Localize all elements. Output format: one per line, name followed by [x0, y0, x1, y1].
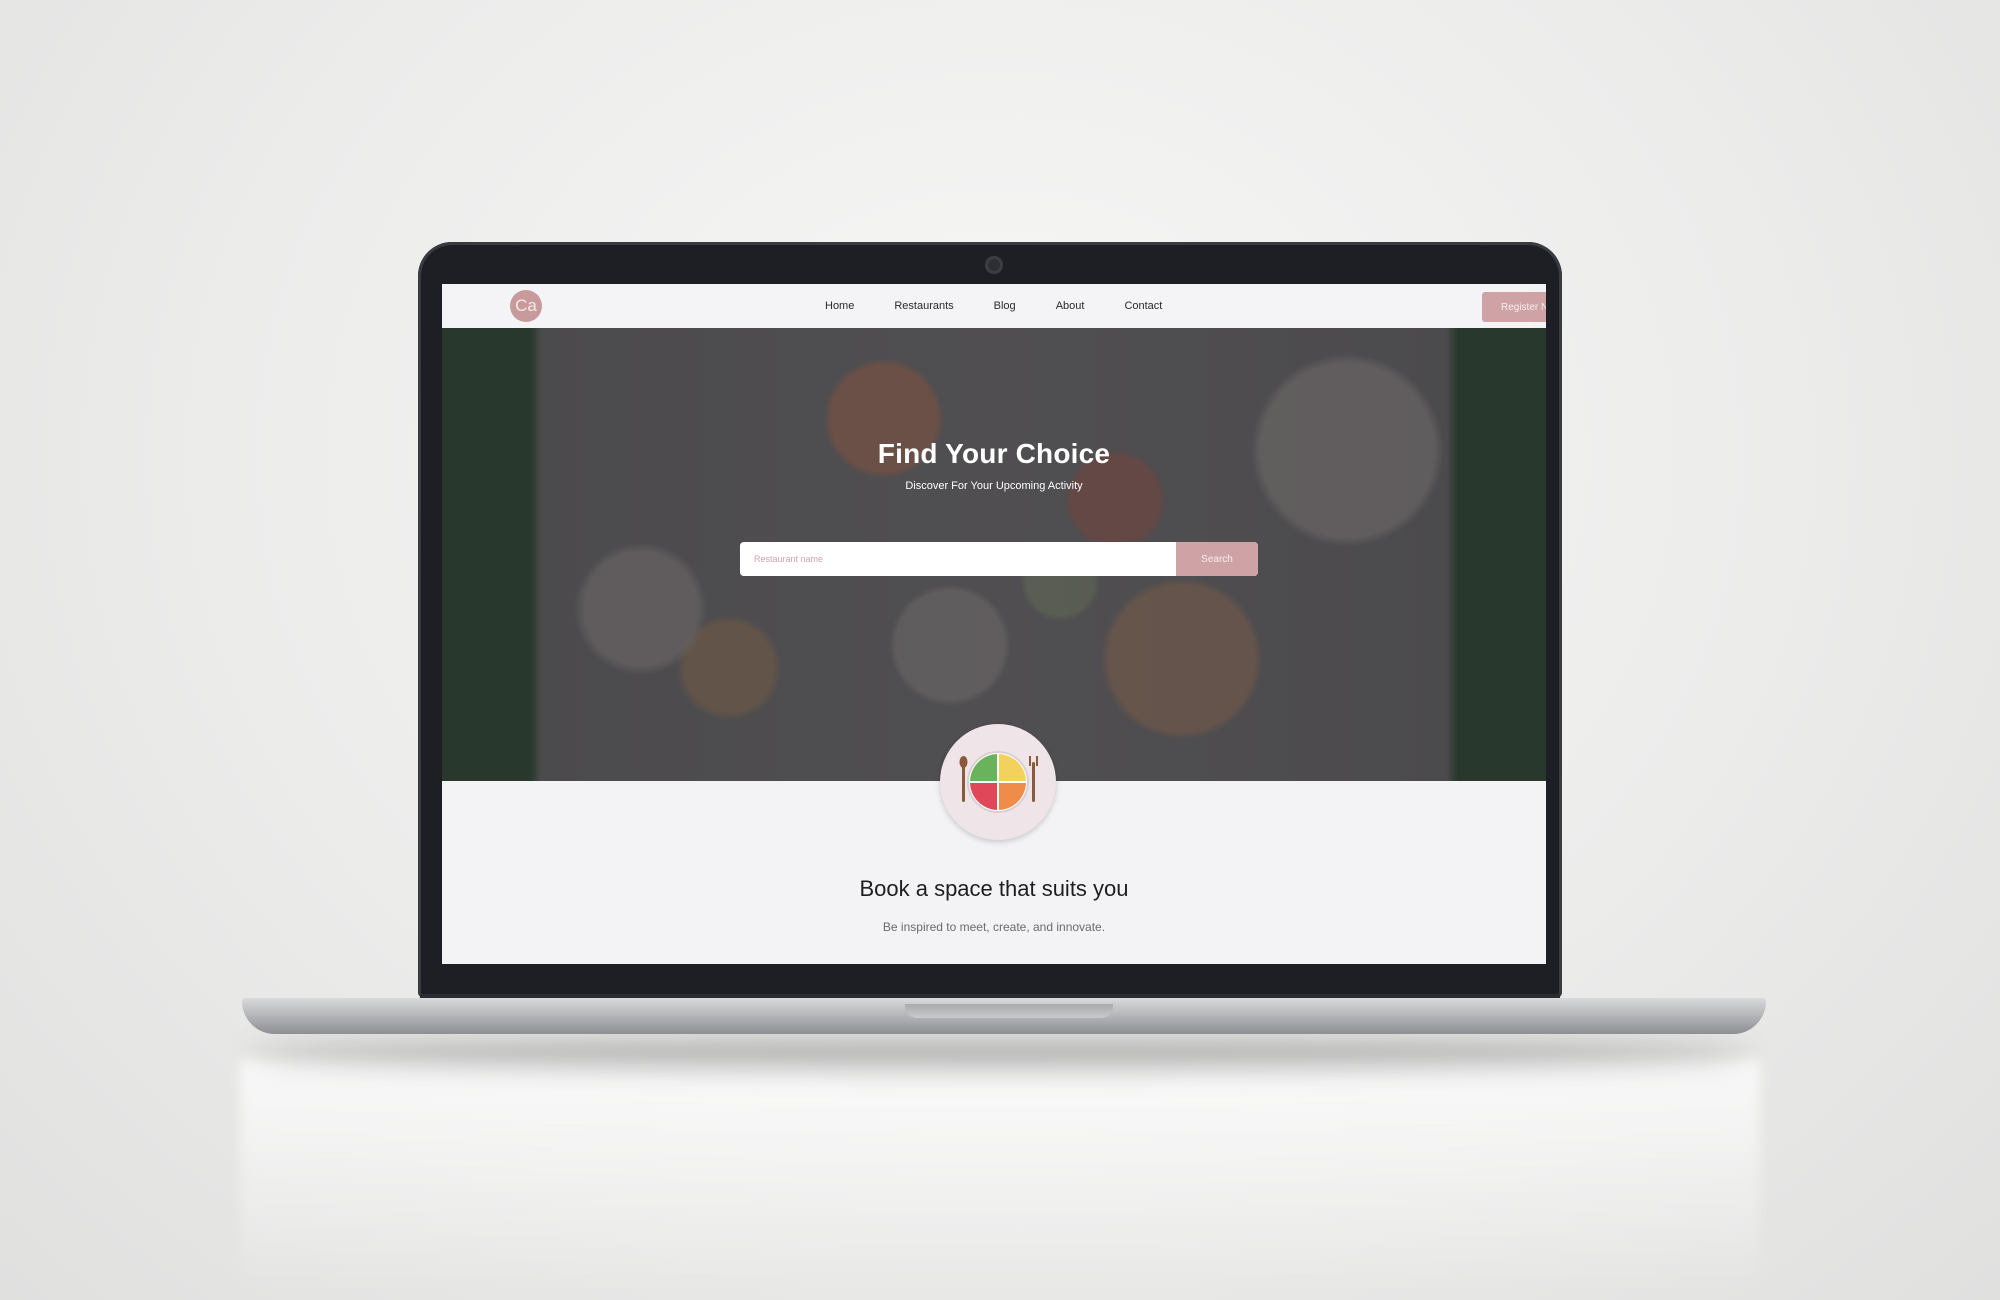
hero-banner: Find Your Choice Discover For Your Upcom… [442, 328, 1546, 781]
brand-logo[interactable]: Ca [510, 290, 542, 322]
register-now-button[interactable]: Register Now [1482, 292, 1546, 322]
restaurant-search-input[interactable] [740, 542, 1176, 576]
nav-links: Home Restaurants Blog About Contact [825, 284, 1202, 328]
laptop-shadow [250, 1040, 1750, 1068]
food-plate-icon-graphic [959, 751, 1038, 813]
nav-link-about[interactable]: About [1056, 300, 1085, 312]
laptop-screen: Find Your Choice Discover For Your Upcom… [442, 284, 1546, 964]
hero-title: Find Your Choice [877, 438, 1111, 469]
section-subtitle: Be inspired to meet, create, and innovat… [882, 920, 1106, 934]
nav-link-home[interactable]: Home [825, 300, 854, 312]
nav-link-contact[interactable]: Contact [1124, 300, 1162, 312]
laptop-notch [905, 1004, 1113, 1018]
nav-link-blog[interactable]: Blog [994, 300, 1016, 312]
section-title: Book a space that suits you [859, 876, 1129, 901]
webcam [985, 256, 1003, 274]
search-button[interactable]: Search [1176, 542, 1258, 576]
search-bar: Search [740, 542, 1258, 576]
food-plate-icon [940, 724, 1056, 840]
top-navbar: Ca Home Restaurants Blog About Contact R… [455, 284, 1546, 328]
hero-subtitle: Discover For Your Upcoming Activity [905, 480, 1083, 492]
floor-reflection [240, 1060, 1760, 1300]
nav-link-restaurants[interactable]: Restaurants [894, 300, 953, 312]
